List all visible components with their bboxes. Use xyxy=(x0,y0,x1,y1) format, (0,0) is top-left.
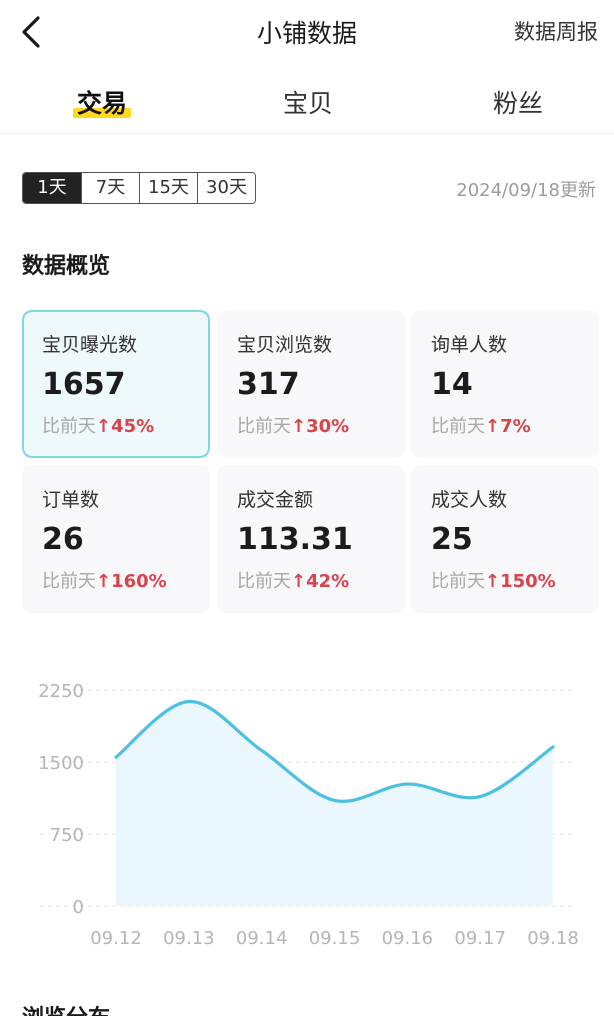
range-1-day[interactable]: 1天 xyxy=(23,173,81,203)
tab-items[interactable]: 宝贝 xyxy=(283,84,333,120)
back-button[interactable] xyxy=(14,12,50,52)
x-tick-label: 09.12 xyxy=(90,928,142,949)
range-7-days[interactable]: 7天 xyxy=(81,173,139,203)
metric-label: 询单人数 xyxy=(431,334,508,356)
y-tick-label: 1500 xyxy=(38,753,84,774)
metric-value: 317 xyxy=(237,367,300,402)
x-tick-label: 09.18 xyxy=(527,928,579,949)
tab-fans-label: 粉丝 xyxy=(492,89,544,118)
metric-change: 45% xyxy=(111,416,155,437)
compare-label: 比前天 xyxy=(431,571,485,592)
tab-fans[interactable]: 粉丝 xyxy=(493,84,543,120)
metric-change: 150% xyxy=(500,571,556,592)
metric-compare: 比前天↑7% xyxy=(431,412,599,438)
series-area xyxy=(116,701,553,906)
metric-value: 25 xyxy=(431,522,473,557)
metric-compare: 比前天↑160% xyxy=(42,567,210,593)
arrow-up-icon: ↑ xyxy=(485,416,501,437)
arrow-up-icon: ↑ xyxy=(291,571,307,592)
metric-change: 30% xyxy=(306,416,350,437)
metric-compare: 比前天↑45% xyxy=(42,412,208,438)
metric-label: 成交人数 xyxy=(431,489,508,511)
metric-label: 成交金额 xyxy=(237,489,314,511)
x-tick-label: 09.15 xyxy=(309,928,361,949)
y-tick-label: 2250 xyxy=(38,681,84,702)
arrow-up-icon: ↑ xyxy=(485,571,501,592)
updated-date: 2024/09/18更新 xyxy=(456,180,596,201)
range-15-days[interactable]: 15天 xyxy=(139,173,197,203)
arrow-up-icon: ↑ xyxy=(291,416,307,437)
compare-label: 比前天 xyxy=(237,571,291,592)
metric-card-gmv[interactable]: 成交金额 113.31 比前天↑42% xyxy=(217,465,405,613)
metric-compare: 比前天↑30% xyxy=(237,412,405,438)
metric-card-buyers[interactable]: 成交人数 25 比前天↑150% xyxy=(411,465,599,613)
y-tick-label: 750 xyxy=(50,825,84,846)
tab-trade[interactable]: 交易 xyxy=(72,84,132,120)
tab-items-label: 宝贝 xyxy=(282,89,334,118)
metric-value: 1657 xyxy=(42,367,126,402)
metric-label: 订单数 xyxy=(42,489,100,511)
x-tick-label: 09.16 xyxy=(382,928,434,949)
metric-change: 7% xyxy=(500,416,531,437)
tab-trade-label: 交易 xyxy=(76,89,128,118)
compare-label: 比前天 xyxy=(237,416,291,437)
chevron-left-icon xyxy=(22,16,40,48)
metric-label: 宝贝浏览数 xyxy=(237,334,333,356)
top-bar: 小铺数据 数据周报 xyxy=(0,0,614,64)
y-tick-label: 0 xyxy=(73,897,84,918)
metric-card-inquiries[interactable]: 询单人数 14 比前天↑7% xyxy=(411,310,599,458)
x-tick-label: 09.14 xyxy=(236,928,288,949)
metric-compare: 比前天↑42% xyxy=(237,567,405,593)
overview-title: 数据概览 xyxy=(22,254,111,279)
tab-bar: 交易 宝贝 粉丝 xyxy=(0,70,614,134)
range-30-days[interactable]: 30天 xyxy=(197,173,255,203)
metric-value: 14 xyxy=(431,367,473,402)
metric-compare: 比前天↑150% xyxy=(431,567,599,593)
metric-change: 42% xyxy=(306,571,350,592)
compare-label: 比前天 xyxy=(42,571,96,592)
trend-chart-svg: 0 750 1500 2250 09.12 09.13 09.14 09.15 09.16 09.… xyxy=(38,681,579,949)
metric-value: 113.31 xyxy=(237,522,353,557)
trend-chart: 0 750 1500 2250 09.12 09.13 09.14 09.15 09.16 09.… xyxy=(0,660,614,960)
metric-card-views[interactable]: 宝贝浏览数 317 比前天↑30% xyxy=(217,310,405,458)
browse-distribution-title: 浏览分布 xyxy=(22,1000,110,1016)
x-tick-label: 09.17 xyxy=(454,928,506,949)
metric-value: 26 xyxy=(42,522,84,557)
metric-card-orders[interactable]: 订单数 26 比前天↑160% xyxy=(22,465,210,613)
weekly-report-link[interactable]: 数据周报 xyxy=(514,16,598,46)
metric-card-exposure[interactable]: 宝贝曝光数 1657 比前天↑45% xyxy=(22,310,210,458)
compare-label: 比前天 xyxy=(431,416,485,437)
metric-change: 160% xyxy=(111,571,167,592)
arrow-up-icon: ↑ xyxy=(96,571,112,592)
x-tick-label: 09.13 xyxy=(163,928,215,949)
compare-label: 比前天 xyxy=(42,416,96,437)
arrow-up-icon: ↑ xyxy=(96,416,112,437)
metric-label: 宝贝曝光数 xyxy=(42,334,138,356)
date-range-selector: 1天 7天 15天 30天 xyxy=(22,172,256,204)
